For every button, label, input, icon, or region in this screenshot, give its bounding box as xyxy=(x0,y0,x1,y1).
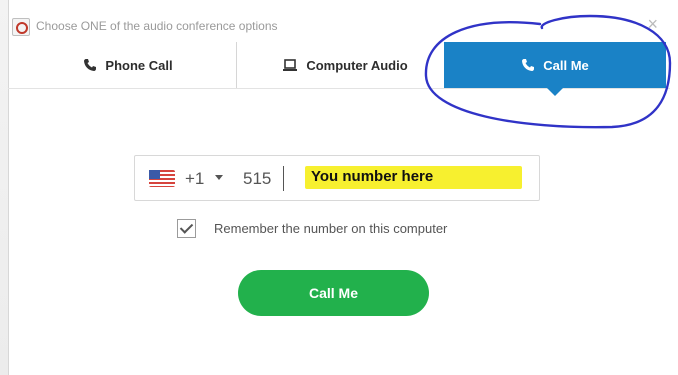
tab-label: Computer Audio xyxy=(306,57,408,73)
call-me-button[interactable]: Call Me xyxy=(238,270,429,316)
audio-options-tabs: Phone Call Computer Audio Call Me xyxy=(8,42,670,96)
dialog-titlebar: Choose ONE of the audio conference optio… xyxy=(8,12,670,42)
app-icon xyxy=(12,18,30,36)
annotation-text: You number here xyxy=(311,168,434,185)
text-caret xyxy=(283,166,284,191)
phone-icon xyxy=(521,58,535,72)
remember-checkbox[interactable] xyxy=(177,218,196,238)
tab-call-me[interactable]: Call Me xyxy=(444,42,666,96)
tab-computer-audio[interactable]: Computer Audio xyxy=(236,42,453,88)
close-icon[interactable]: × xyxy=(647,14,658,35)
dialog-title: Choose ONE of the audio conference optio… xyxy=(36,19,278,33)
tab-label: Phone Call xyxy=(105,57,173,73)
phone-number-input[interactable]: +1 515 You number here xyxy=(134,155,540,201)
chevron-down-icon[interactable] xyxy=(215,175,223,180)
tab-label: Call Me xyxy=(543,57,589,73)
phone-icon xyxy=(83,58,97,72)
remember-number-row[interactable]: Remember the number on this computer xyxy=(177,217,447,239)
us-flag-icon[interactable] xyxy=(149,170,175,187)
phone-number-value[interactable]: 515 xyxy=(243,169,271,189)
country-code[interactable]: +1 xyxy=(185,169,204,189)
audio-options-dialog: Choose ONE of the audio conference optio… xyxy=(0,0,678,375)
remember-label: Remember the number on this computer xyxy=(214,220,448,236)
laptop-icon xyxy=(282,58,298,72)
tab-phone-call[interactable]: Phone Call xyxy=(20,42,236,88)
